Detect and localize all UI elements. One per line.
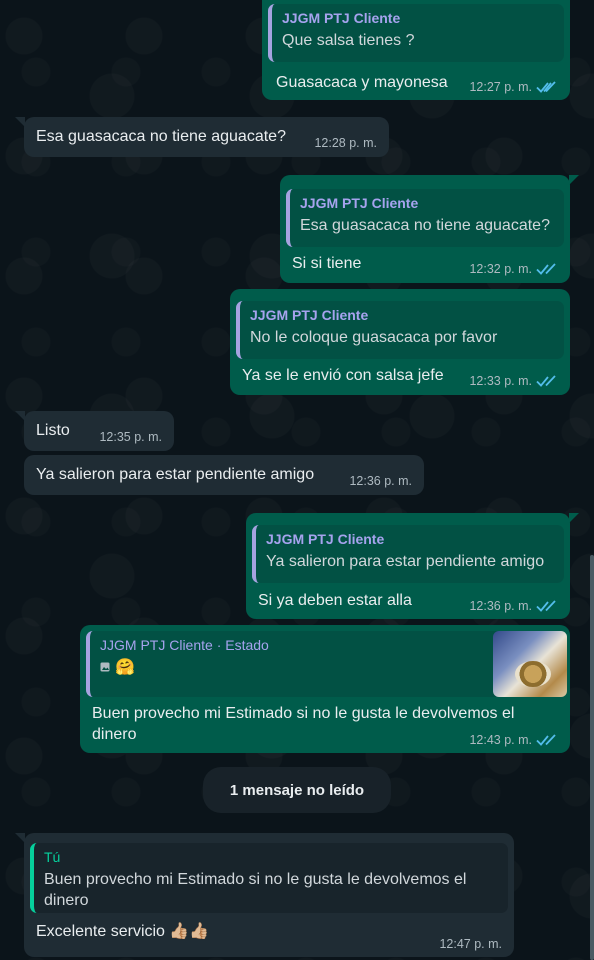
message-time: 12:47 p. m. bbox=[439, 937, 502, 951]
message-text: Listo bbox=[36, 422, 70, 439]
status-thumbnail[interactable] bbox=[493, 631, 567, 697]
message-time: 12:33 p. m. bbox=[469, 374, 532, 388]
quoted-author: JJGM PTJ Cliente bbox=[250, 307, 369, 323]
quoted-message[interactable]: JJGM PTJ Cliente No le coloque guasacaca… bbox=[236, 301, 564, 359]
quoted-status-preview: 🤗 bbox=[100, 657, 554, 677]
double-check-icon bbox=[536, 600, 556, 612]
scrollbar[interactable] bbox=[590, 555, 594, 960]
message-bubble-incoming[interactable]: Tú Buen provecho mi Estimado si no le gu… bbox=[15, 833, 514, 957]
quoted-text: Esa guasacaca no tiene aguacate? bbox=[300, 217, 550, 234]
quoted-text: Que salsa tienes ? bbox=[282, 32, 415, 49]
message-time: 12:36 p. m. bbox=[469, 599, 532, 613]
message-text: Excelente servicio 👍🏼👍🏼 bbox=[36, 921, 209, 942]
message-bubble-outgoing[interactable]: JJGM PTJ Cliente No le coloque guasacaca… bbox=[230, 289, 570, 395]
thumbs-up-emoji: 👍🏼👍🏼 bbox=[169, 923, 210, 940]
message-time: 12:28 p. m. bbox=[314, 136, 377, 150]
message-meta: 12:43 p. m. bbox=[469, 733, 558, 747]
message-time: 12:35 p. m. bbox=[99, 430, 162, 444]
quoted-text: Buen provecho mi Estimado si no le gusta… bbox=[44, 871, 467, 909]
message-bubble-incoming[interactable]: Ya salieron para estar pendiente amigo 1… bbox=[24, 455, 424, 495]
double-check-icon bbox=[536, 734, 556, 746]
message-bubble-outgoing[interactable]: JJGM PTJ Cliente Ya salieron para estar … bbox=[246, 513, 579, 619]
message-time: 12:32 p. m. bbox=[469, 262, 532, 276]
message-meta: 12:27 p. m. bbox=[469, 80, 558, 94]
quoted-author: Tú bbox=[44, 849, 61, 865]
unread-messages-banner: 1 mensaje no leído bbox=[203, 767, 391, 813]
quoted-message[interactable]: Tú Buen provecho mi Estimado si no le gu… bbox=[30, 843, 508, 913]
message-bubble-outgoing[interactable]: JJGM PTJ Cliente Que salsa tienes ? Guas… bbox=[262, 0, 570, 100]
status-emoji: 🤗 bbox=[115, 659, 135, 676]
quoted-message[interactable]: JJGM PTJ Cliente Ya salieron para estar … bbox=[252, 525, 564, 583]
double-check-icon bbox=[536, 81, 556, 93]
message-meta: 12:32 p. m. bbox=[469, 262, 558, 276]
quoted-author: JJGM PTJ Cliente bbox=[300, 195, 419, 211]
message-meta: 12:33 p. m. bbox=[469, 374, 558, 388]
message-bubble-outgoing[interactable]: JJGM PTJ Cliente Esa guasacaca no tiene … bbox=[280, 175, 579, 283]
image-icon bbox=[100, 662, 110, 672]
quoted-author: JJGM PTJ Cliente · Estado bbox=[100, 637, 269, 653]
message-text: Si ya deben estar alla bbox=[258, 592, 412, 609]
message-text: Ya salieron para estar pendiente amigo bbox=[36, 466, 315, 483]
message-time: 12:43 p. m. bbox=[469, 733, 532, 747]
message-text: Esa guasacaca no tiene aguacate? bbox=[36, 128, 286, 145]
message-text-content: Excelente servicio bbox=[36, 923, 165, 940]
quoted-author: JJGM PTJ Cliente bbox=[282, 10, 401, 26]
double-check-icon bbox=[536, 375, 556, 387]
message-text: Ya se le envió con salsa jefe bbox=[242, 367, 444, 384]
quoted-message[interactable]: JJGM PTJ Cliente Esa guasacaca no tiene … bbox=[286, 189, 564, 247]
quoted-message[interactable]: JJGM PTJ Cliente Que salsa tienes ? bbox=[268, 4, 564, 62]
message-bubble-incoming[interactable]: Listo 12:35 p. m. bbox=[15, 411, 174, 451]
message-time: 12:27 p. m. bbox=[469, 80, 532, 94]
quoted-text: Ya salieron para estar pendiente amigo bbox=[266, 553, 545, 570]
message-text: Si si tiene bbox=[292, 255, 362, 272]
message-text: Guasacaca y mayonesa bbox=[276, 74, 448, 91]
message-bubble-incoming[interactable]: Esa guasacaca no tiene aguacate? 12:28 p… bbox=[15, 117, 389, 157]
message-meta: 12:36 p. m. bbox=[469, 599, 558, 613]
quoted-author: JJGM PTJ Cliente bbox=[266, 531, 385, 547]
quoted-text: No le coloque guasacaca por favor bbox=[250, 329, 498, 346]
double-check-icon bbox=[536, 263, 556, 275]
food-image bbox=[515, 661, 551, 687]
message-time: 12:36 p. m. bbox=[349, 474, 412, 488]
